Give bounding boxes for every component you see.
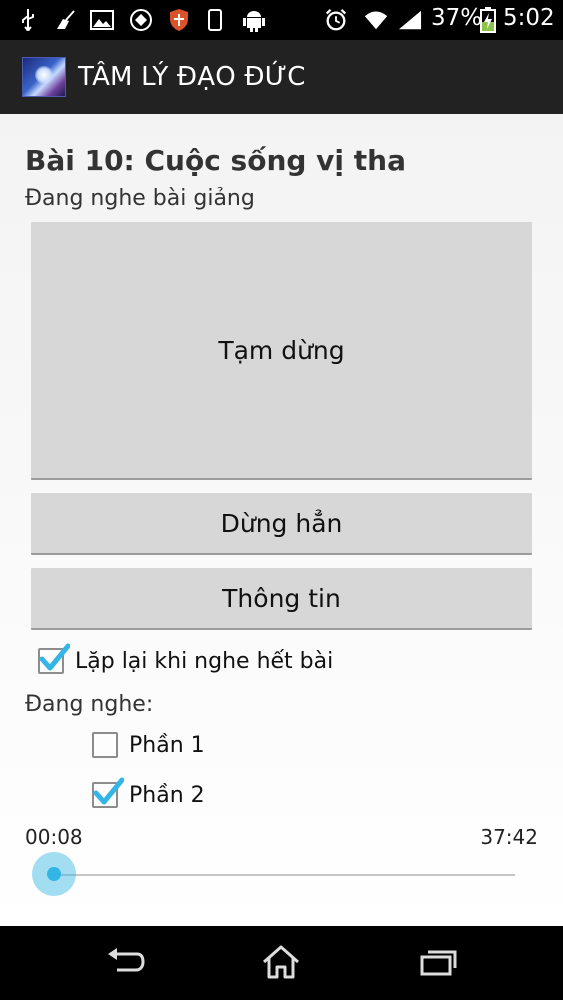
status-time: 5:02 — [503, 5, 555, 31]
signal-icon — [398, 8, 422, 32]
total-time: 37:42 — [480, 825, 538, 849]
sync-icon — [129, 8, 153, 32]
part-2-label: Phần 2 — [129, 782, 205, 808]
current-time: 00:08 — [25, 825, 83, 849]
listening-label: Đang nghe: — [25, 692, 154, 717]
navigation-bar — [0, 926, 563, 1000]
app-title: TÂM LÝ ĐẠO ĐỨC — [78, 62, 306, 92]
alarm-icon — [324, 8, 348, 32]
battery-percent: 37% — [431, 5, 483, 31]
action-bar: TÂM LÝ ĐẠO ĐỨC — [0, 40, 563, 114]
part-2-row[interactable]: Phần 2 — [92, 777, 205, 808]
seek-thumb[interactable] — [31, 852, 76, 896]
status-bar: 37% 5:02 — [0, 0, 563, 40]
wifi-icon — [364, 8, 388, 32]
repeat-label: Lặp lại khi nghe hết bài — [75, 648, 334, 674]
lesson-title: Bài 10: Cuộc sống vị tha — [25, 144, 406, 177]
part-2-checkbox[interactable] — [92, 777, 124, 808]
broom-icon — [54, 8, 78, 32]
battery-charging-icon — [476, 7, 500, 33]
seek-bar[interactable] — [30, 852, 515, 898]
part-1-checkbox[interactable] — [92, 732, 118, 758]
phone-icon — [203, 8, 227, 32]
app-icon[interactable] — [22, 57, 66, 97]
back-icon[interactable] — [103, 942, 147, 982]
info-button[interactable]: Thông tin — [31, 568, 532, 630]
part-1-row[interactable]: Phần 1 — [92, 732, 205, 758]
home-icon[interactable] — [259, 942, 303, 982]
usb-icon — [16, 8, 40, 32]
android-icon — [242, 8, 266, 32]
stop-button[interactable]: Dừng hẳn — [31, 493, 532, 555]
part-1-label: Phần 1 — [129, 732, 205, 758]
image-icon — [90, 8, 114, 32]
main-content: Bài 10: Cuộc sống vị tha Đang nghe bài g… — [0, 114, 563, 926]
recent-apps-icon[interactable] — [416, 942, 460, 982]
pause-button[interactable]: Tạm dừng — [31, 222, 532, 480]
repeat-checkbox-row[interactable]: Lặp lại khi nghe hết bài — [38, 643, 334, 674]
repeat-checkbox[interactable] — [38, 643, 70, 674]
seek-track[interactable] — [52, 874, 515, 876]
listening-status: Đang nghe bài giảng — [25, 186, 255, 211]
shield-icon — [167, 8, 191, 32]
